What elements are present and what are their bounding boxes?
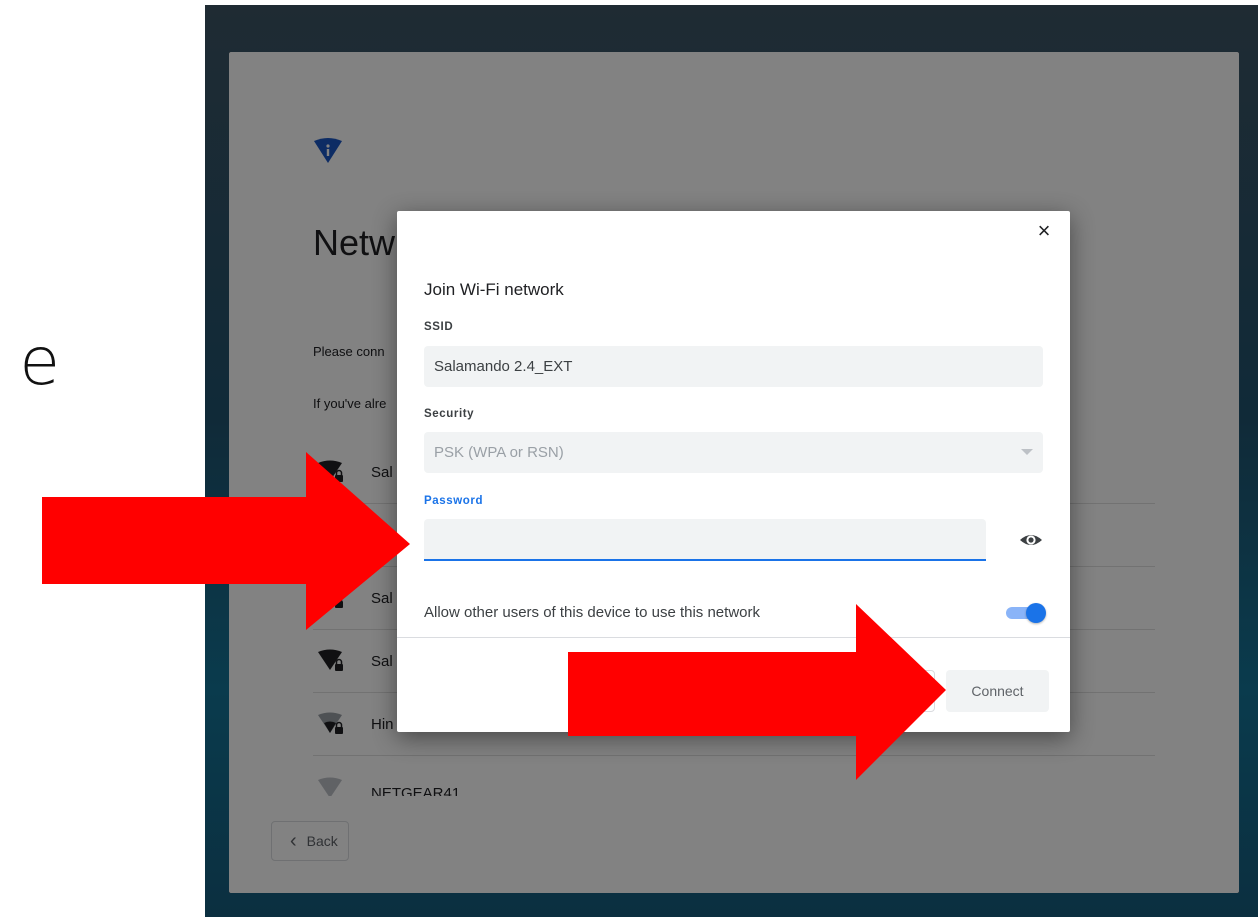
- password-field[interactable]: [424, 519, 986, 561]
- connect-button-label: Connect: [971, 683, 1024, 699]
- close-icon[interactable]: ×: [1032, 219, 1056, 243]
- eye-icon[interactable]: [1018, 527, 1044, 553]
- dialog-title: Join Wi-Fi network: [424, 280, 564, 299]
- password-label: Password: [424, 495, 484, 507]
- ssid-value: Salamando 2.4_EXT: [434, 358, 573, 375]
- ssid-field[interactable]: Salamando 2.4_EXT: [424, 346, 1043, 387]
- connect-button[interactable]: Connect: [946, 670, 1049, 712]
- slide-partial-letter: e: [19, 323, 60, 400]
- red-arrow-left-icon: [42, 452, 410, 630]
- ssid-label: SSID: [424, 321, 454, 333]
- chevron-down-icon: [1021, 449, 1033, 455]
- allow-shared-toggle[interactable]: [1002, 601, 1046, 625]
- security-label: Security: [424, 408, 475, 420]
- toggle-knob: [1026, 603, 1046, 623]
- security-value: PSK (WPA or RSN): [434, 444, 564, 461]
- red-arrow-right-icon: [568, 604, 946, 780]
- security-select[interactable]: PSK (WPA or RSN): [424, 432, 1043, 473]
